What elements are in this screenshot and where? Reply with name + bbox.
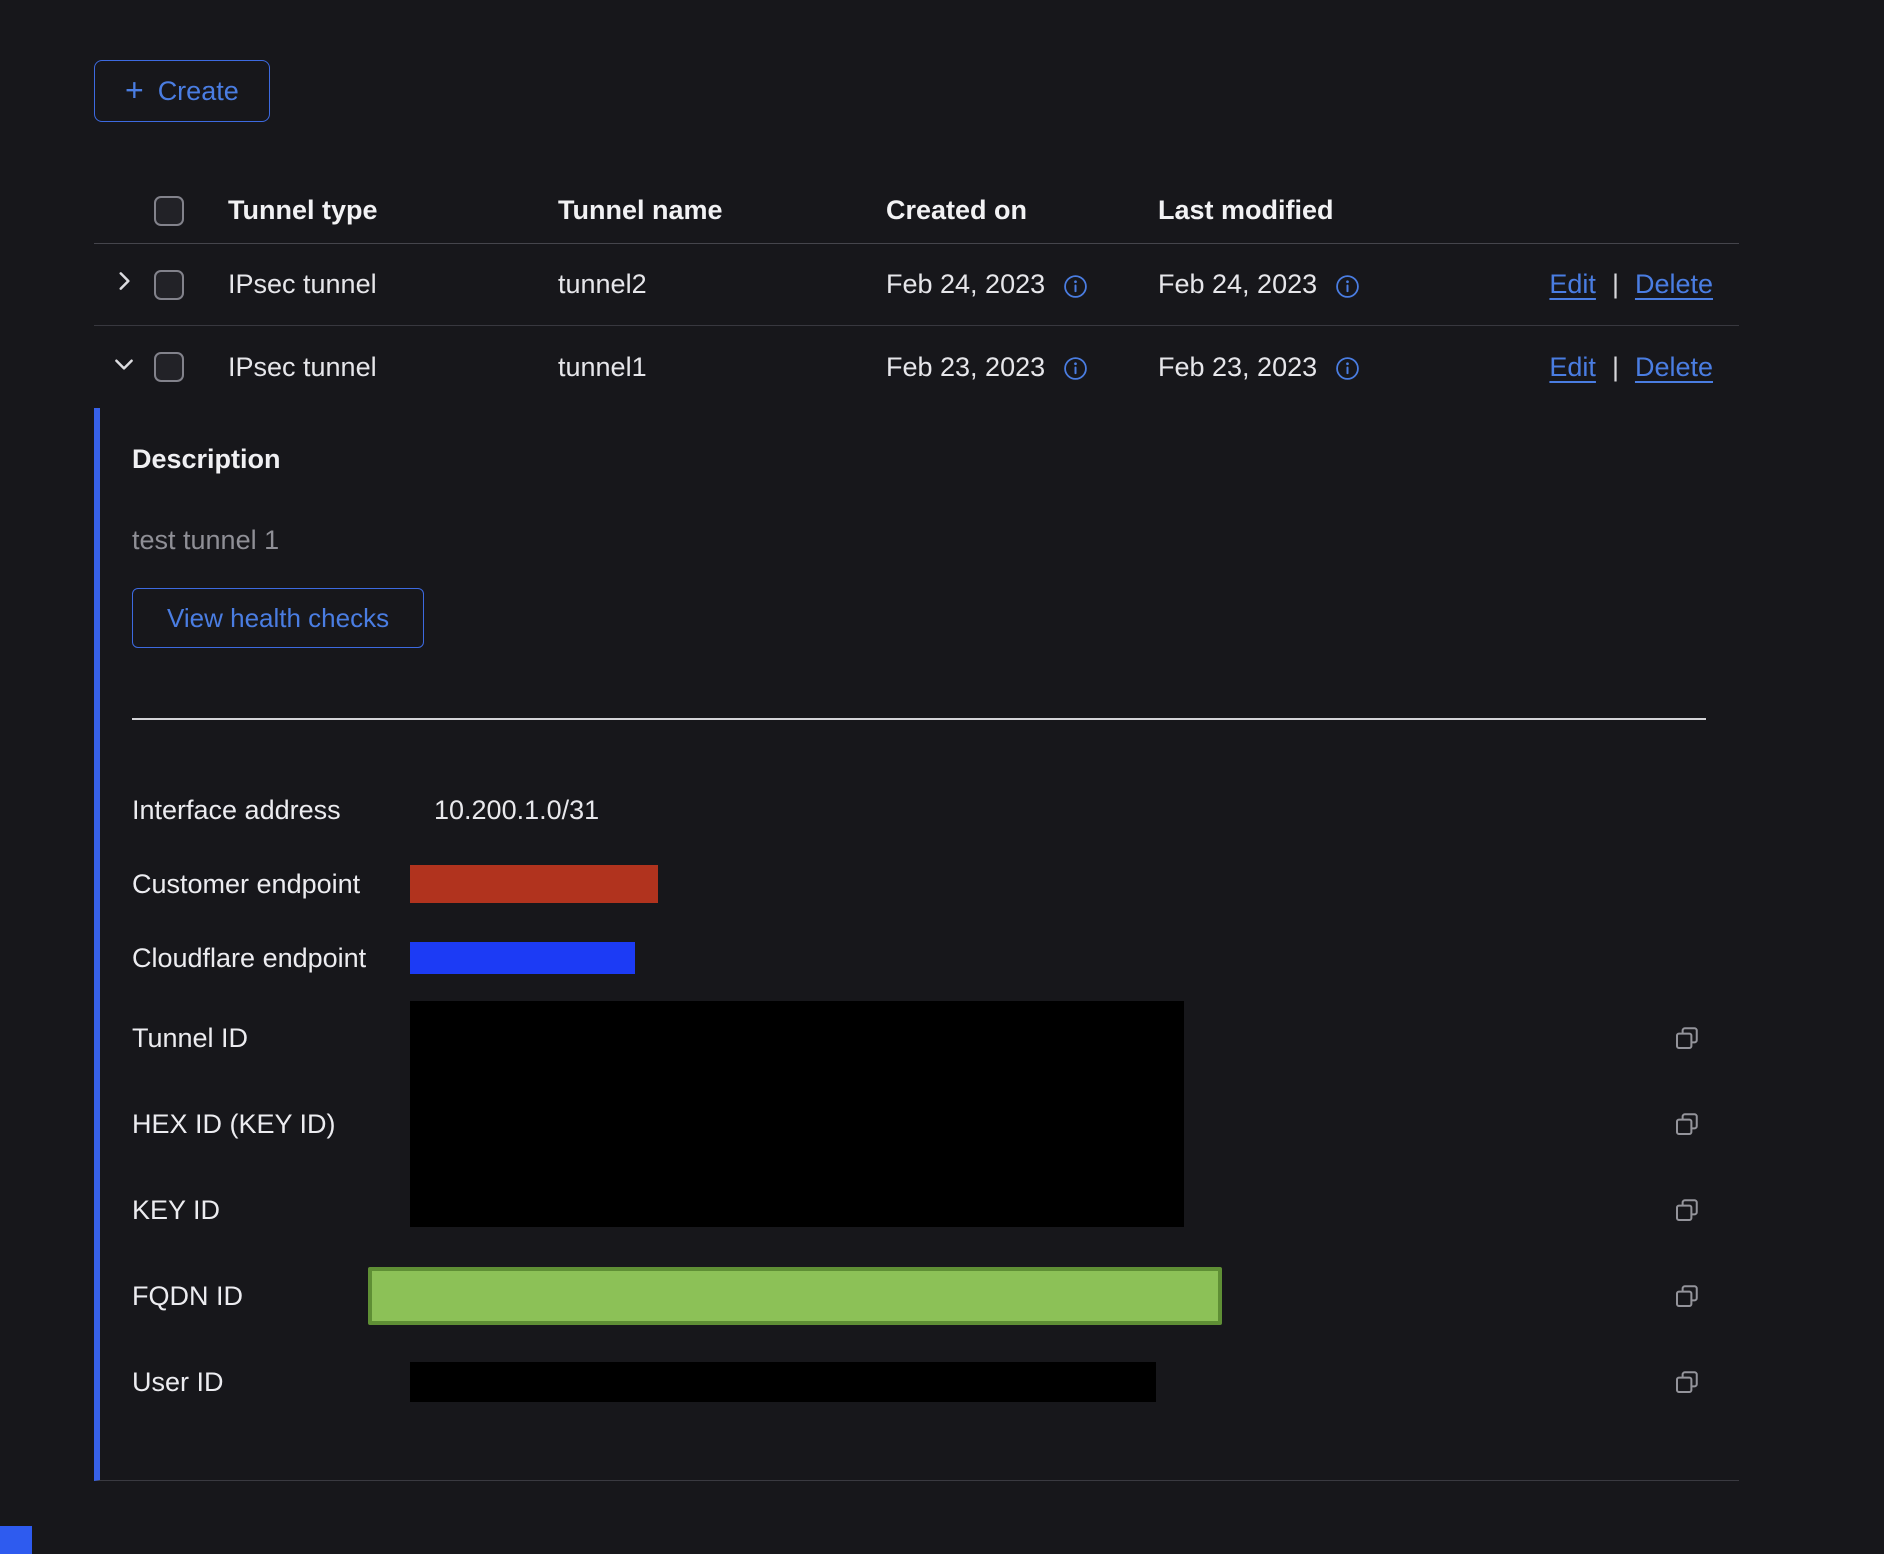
field-label: Interface address [132, 795, 410, 826]
tunnel-type-cell: IPsec tunnel [228, 352, 558, 383]
copy-icon[interactable] [1672, 1281, 1702, 1311]
header-created-on: Created on [886, 195, 1158, 226]
row-checkbox[interactable] [154, 270, 184, 300]
created-on-cell: Feb 24, 2023 [886, 269, 1045, 300]
redacted-value-red [410, 865, 658, 903]
chevron-right-icon [111, 268, 137, 301]
info-icon[interactable] [1335, 356, 1360, 381]
tunnels-table: Tunnel type Tunnel name Created on Last … [94, 178, 1739, 408]
field-id-group: Tunnel ID HEX ID (KEY ID) KEY ID [132, 995, 1739, 1253]
tunnel-name-cell: tunnel2 [558, 269, 886, 300]
row-checkbox[interactable] [154, 352, 184, 382]
field-interface-address: Interface address 10.200.1.0/31 [132, 773, 1739, 847]
view-health-checks-button[interactable]: View health checks [132, 588, 424, 648]
redacted-value-green [368, 1267, 1222, 1325]
field-label: Cloudflare endpoint [132, 943, 410, 974]
field-label: KEY ID [132, 1195, 410, 1226]
tunnels-page: + Create Tunnel type Tunnel name Created… [0, 0, 1884, 1554]
tunnel-name-cell: tunnel1 [558, 352, 886, 383]
last-modified-cell: Feb 24, 2023 [1158, 269, 1317, 300]
bottom-left-accent [0, 1526, 32, 1554]
field-label: Customer endpoint [132, 869, 410, 900]
select-all-checkbox[interactable] [154, 196, 184, 226]
description-value: test tunnel 1 [132, 525, 1739, 556]
info-icon[interactable] [1063, 356, 1088, 381]
delete-link[interactable]: Delete [1635, 269, 1713, 300]
create-button-label: Create [158, 76, 239, 107]
action-separator: | [1612, 269, 1619, 300]
header-tunnel-name: Tunnel name [558, 195, 886, 226]
field-label: User ID [132, 1367, 410, 1398]
copy-icon[interactable] [1672, 1195, 1702, 1225]
detail-divider [132, 718, 1706, 720]
redacted-value-blue [410, 942, 635, 974]
created-on-cell: Feb 23, 2023 [886, 352, 1045, 383]
chevron-down-icon [111, 351, 137, 384]
tunnel-type-cell: IPsec tunnel [228, 269, 558, 300]
copy-icon[interactable] [1672, 1023, 1702, 1053]
table-row-tunnel1: IPsec tunnel tunnel1 Feb 23, 2023 Feb 23… [94, 326, 1739, 408]
last-modified-cell: Feb 23, 2023 [1158, 352, 1317, 383]
field-cloudflare-endpoint: Cloudflare endpoint [132, 921, 1739, 995]
plus-icon: + [125, 74, 144, 106]
copy-icon[interactable] [1672, 1367, 1702, 1397]
field-key-id: KEY ID [132, 1167, 1739, 1253]
field-hex-id: HEX ID (KEY ID) [132, 1081, 1739, 1167]
field-label: Tunnel ID [132, 1023, 410, 1054]
info-icon[interactable] [1335, 274, 1360, 299]
create-button[interactable]: + Create [94, 60, 270, 122]
edit-link[interactable]: Edit [1549, 269, 1596, 300]
field-tunnel-id: Tunnel ID [132, 995, 1739, 1081]
field-fqdn-id: FQDN ID [132, 1253, 1739, 1339]
info-icon[interactable] [1063, 274, 1088, 299]
detail-fields: Interface address 10.200.1.0/31 Customer… [132, 773, 1739, 1425]
header-tunnel-type: Tunnel type [228, 195, 558, 226]
redacted-value-black [410, 1362, 1156, 1402]
expand-row-button[interactable] [94, 268, 154, 301]
action-separator: | [1612, 352, 1619, 383]
field-label: HEX ID (KEY ID) [132, 1109, 410, 1140]
field-user-id: User ID [132, 1339, 1739, 1425]
edit-link[interactable]: Edit [1549, 352, 1596, 383]
description-label: Description [132, 444, 1739, 475]
copy-icon[interactable] [1672, 1109, 1702, 1139]
header-last-modified: Last modified [1158, 195, 1538, 226]
delete-link[interactable]: Delete [1635, 352, 1713, 383]
field-value: 10.200.1.0/31 [410, 795, 599, 826]
collapse-row-button[interactable] [94, 351, 154, 384]
table-header-row: Tunnel type Tunnel name Created on Last … [94, 178, 1739, 244]
table-row-tunnel2: IPsec tunnel tunnel2 Feb 24, 2023 Feb 24… [94, 244, 1739, 326]
field-customer-endpoint: Customer endpoint [132, 847, 1739, 921]
tunnel-detail-panel: Description test tunnel 1 View health ch… [94, 408, 1739, 1481]
